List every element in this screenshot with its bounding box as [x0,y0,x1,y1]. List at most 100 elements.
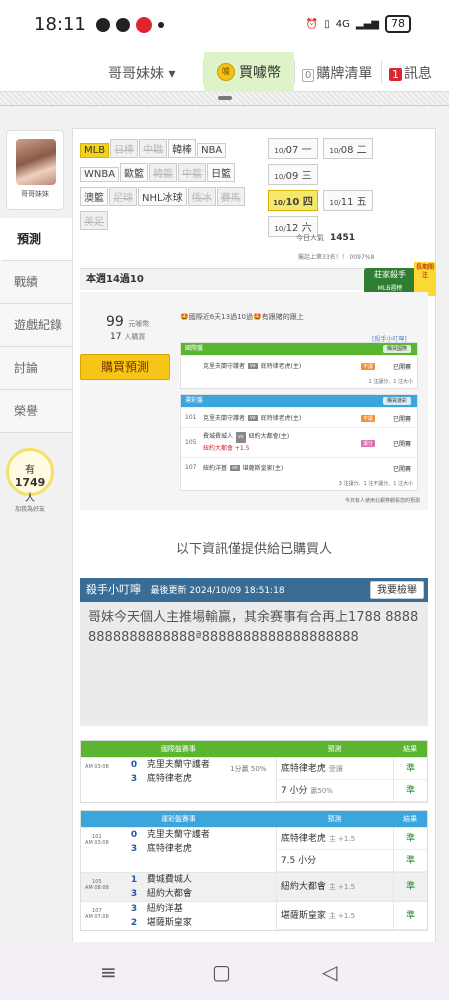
league-tab[interactable]: MLB [80,143,110,158]
tw-summary-header: 運彩盤 購買運彩 [181,395,417,407]
prediction: 底特律老虎 主 +1.5 7.5 小分 [275,828,394,872]
collapse-handle[interactable] [0,92,449,106]
fans-bulb-button[interactable]: 有 1749 人 加我為好友 [6,448,54,513]
list-count-badge: 0 [302,69,315,82]
tip-updated-label: 最後更新 [150,586,187,596]
price-value: 99 [106,314,124,330]
sidebar-item-predict[interactable]: 預測 [0,218,72,261]
table-row: 107 AM 07:08 3 紐約洋基 2 堪薩斯皇家 堪薩斯皇家 主 +1.5 準 [81,901,427,930]
alarm-icon: ⏰ [305,18,319,30]
report-button[interactable]: 我要檢舉 [370,581,424,599]
purchase-list-link[interactable]: 0 購牌清單 [302,63,372,83]
league-tab[interactable]: 中職 [139,139,168,158]
game-id: 107 [185,464,197,471]
home-icon[interactable]: ▢ [212,960,231,984]
back-icon[interactable]: ◁ [322,960,337,984]
table-row: 101 AM 03:08 0 克里夫蘭守護者 3 底特律老虎 底特律老虎 主 +1.5… [81,827,427,872]
league-tab[interactable]: 日棒 [110,139,139,158]
league-tab[interactable]: 足球 [109,187,137,206]
away-score: 0 [130,760,138,770]
app-icon [136,17,152,33]
date-tab[interactable]: 10/07 一 [268,138,318,159]
buyers: 17 人購買 [110,332,145,342]
home-team: 底特律老虎(主) [260,363,302,370]
killer-tip-box: 殺手小叮嚀 最後更新 2024/10/09 18:51:18 我要檢舉 哥妹今天… [80,578,428,726]
vibrate-icon: ▯ [324,18,330,30]
prediction: 堪薩斯皇家 主 +1.5 [275,902,394,930]
game-time: 105 AM 08:08 [81,873,113,901]
date-day: 11 五 [340,197,367,208]
league-tab[interactable]: 澳籃 [80,187,108,206]
bet-type-tag: 不讓 [360,415,375,422]
coupon-note: 今日有人使用北銀券觀看您的預測 [344,498,420,504]
messages-link[interactable]: 1 訊息 [389,63,432,83]
league-tab[interactable]: WNBA [80,167,120,182]
award-title: 莊家殺手 [374,270,406,279]
date-tab[interactable]: 10/09 三 [268,164,318,185]
user-dropdown[interactable]: 哥哥妹妹 ▾ [108,63,175,83]
league-selector: MLB 日棒 中職 韓棒 NBA WNBA 歐籃 韓籃 中籃 日籃澳籃 足球 NHL冰球 俄冰 賽馬美足 [80,138,260,234]
sidebar-item-discussion[interactable]: 討論 [0,347,72,390]
league-tab[interactable]: 日籃 [207,163,236,182]
prediction-summary: 99 元噱幣 17 人購買 購買預測 🤩國際近6天13過10過🤩有跟賭的跟上 [… [80,292,428,510]
clock: 18:11 [34,14,86,35]
system-icons: ⏰ ▯ 4G ▂▄▆ 78 [306,15,411,33]
league-tab[interactable]: 中籃 [178,163,207,182]
result: 準 準 [393,758,427,802]
tw-summary-table: 運彩盤 購買運彩 101 克里夫蘭守護者 vs 底特律老虎(主) 不讓 已開賽 105… [180,394,418,491]
game-status: 已開賽 [392,416,411,423]
buy-tw-button[interactable]: 購買運彩 [382,397,411,405]
date-tab[interactable]: 10/10 四 [268,190,318,211]
teams: 0 克里夫蘭守護者 3 底特律老虎 [113,758,230,802]
result-mark: 準 [394,850,427,872]
prediction: 底特律老虎 受讓 7 小分 贏50% [275,758,394,802]
away-team: 紐約洋基 [146,904,183,914]
league-tab[interactable]: 歐籃 [120,163,149,182]
buy-coins-button[interactable]: 噱 買噱幣 [204,52,294,92]
date-tab[interactable]: 10/08 二 [323,138,374,159]
pick-team: 堪薩斯皇家 [280,911,326,921]
game-time-value: AM 07:08 [85,914,109,920]
result-mark: 準 [394,873,427,901]
away-score: 0 [130,830,138,840]
more-dot-icon [158,22,164,28]
league-tab[interactable]: NBA [197,143,227,158]
price-unit: 元噱幣 [128,320,150,328]
league-tab[interactable]: 美足 [80,211,108,230]
intl-result-header: 國際盤賽事 預測 結果 [81,741,427,757]
league-tab[interactable]: 韓籃 [149,163,178,182]
result-mark: 準 [394,902,427,930]
date-day: 10 四 [285,197,313,208]
sidebar-item-game-log[interactable]: 遊戲紀錄 [0,304,72,347]
home-team: 堪薩斯皇家 [146,918,192,928]
league-tab[interactable]: 賽馬 [216,187,245,206]
sidebar-item-honor[interactable]: 榮譽 [0,390,72,433]
away-team: 克里夫蘭守護者 [146,760,210,770]
matchup: 費城費城人 vs 紐約大都會(主) 紐約大都會 +1.5 [203,431,289,454]
buy-prediction-button[interactable]: 購買預測 [80,354,170,380]
tip-updated: 最後更新 2024/10/09 18:51:18 [151,586,285,596]
away-team: 克里夫蘭守護者 [203,363,246,370]
league-tab[interactable]: 俄冰 [187,187,216,206]
league-tab[interactable]: 韓棒 [168,139,197,158]
buy-intl-button[interactable]: 購買國際 [382,345,411,353]
vs-icon: vs [236,432,246,443]
col-prediction: 預測 [327,745,342,753]
league-tab[interactable]: NHL冰球 [138,187,187,206]
date-month: 10/ [274,225,286,233]
result-mark: 準 [394,758,427,780]
date-day: 07 一 [285,145,312,156]
home-score: 3 [130,844,138,854]
date-tab[interactable]: 10/11 五 [323,190,374,211]
vs-icon: vs [248,362,258,369]
prediction: 紐約大都會 主 +1.5 [275,873,394,901]
home-team: 紐約大都會 [146,889,192,899]
tip-text: 哥妹今天個人主推場輸贏，其余赛事有合再上1788 888888888888888… [88,610,419,645]
profile-card[interactable]: 哥哥妹妹 [6,130,64,210]
recent-apps-icon[interactable]: ≡ [100,960,117,984]
handle-dots-icon [218,96,232,100]
table-row: AM 03:08 0 克里夫蘭守護者 3 底特律老虎 1分贏 50% 底特律老虎 受… [81,757,427,802]
sidebar-item-record[interactable]: 戰績 [0,261,72,304]
fans-count: 有 1749 人 [9,461,51,504]
bet-type-tag: 讓分 [360,440,375,447]
